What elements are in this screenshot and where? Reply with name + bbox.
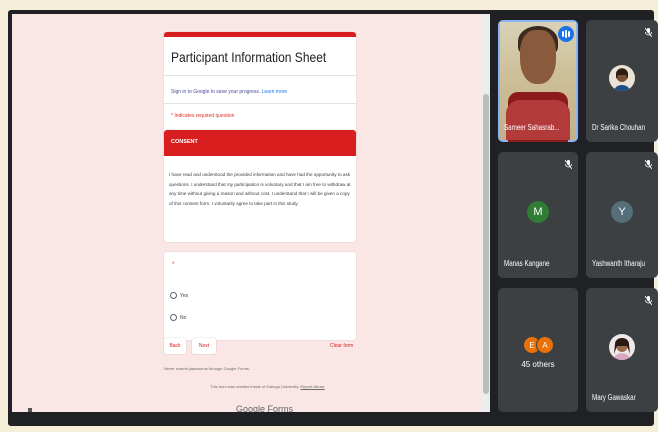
option-no[interactable]: No [170, 314, 186, 321]
participant-tile[interactable]: Mary Gawaskar [586, 288, 658, 412]
mic-off-icon [644, 159, 653, 171]
form-header-card: Participant Information Sheet Sign in to… [164, 32, 356, 141]
divider [164, 75, 356, 76]
participant-name: Sameer Sahasrab... [504, 123, 560, 132]
divider [164, 103, 356, 104]
option-label: Yes [180, 292, 189, 299]
scroll-thumb[interactable] [483, 94, 489, 394]
report-abuse-link[interactable]: Report Abuse [300, 384, 324, 389]
mic-off-icon [644, 27, 653, 39]
consent-text: I have read and understood the provided … [169, 172, 351, 206]
avatar: A [536, 336, 554, 354]
required-marker: * [172, 262, 175, 268]
scrollbar[interactable] [482, 14, 490, 412]
shared-screen: Participant Information Sheet Sign in to… [12, 14, 490, 412]
required-note: * Indicates required question [171, 113, 235, 119]
question-card: * Yes No [164, 252, 356, 340]
avatar: M [527, 201, 549, 223]
mic-off-icon [564, 159, 573, 171]
disclaimer-text: This form was created inside of Kalinga … [210, 384, 300, 389]
next-button[interactable]: Next [192, 338, 216, 354]
password-warning: Never submit passwords through Google Fo… [164, 366, 251, 371]
participant-tile[interactable]: Sameer Sahasrab... [498, 20, 578, 142]
audio-level-icon [558, 26, 574, 42]
participant-name: Mary Gawaskar [592, 393, 636, 402]
form-title: Participant Information Sheet [171, 49, 327, 65]
participant-name: Manas Kangane [504, 259, 550, 268]
section-title: CONSENT [171, 139, 198, 145]
option-label: No [180, 314, 187, 321]
radio-icon[interactable] [170, 314, 177, 321]
learn-more-link[interactable]: Learn more [262, 89, 288, 95]
back-button[interactable]: Back [164, 338, 186, 354]
section-header: CONSENT [164, 130, 356, 156]
participant-name: Yashwanth Itharaju [592, 259, 645, 268]
group-avatars: E A [523, 336, 555, 354]
participant-tile[interactable]: Dr Sarika Chouhan [586, 20, 658, 142]
disclaimer: This form was created inside of Kalinga … [210, 384, 325, 389]
presenter-marker [28, 408, 32, 412]
option-yes[interactable]: Yes [170, 292, 188, 299]
signin-text: Sign in to Google to save your progress. [171, 89, 261, 95]
radio-icon[interactable] [170, 292, 177, 299]
participant-tile[interactable]: M Manas Kangane [498, 152, 578, 278]
avatar [609, 334, 635, 360]
google-forms-logo: Google Forms [236, 404, 294, 412]
consent-card: I have read and understood the provided … [164, 156, 356, 242]
clear-form-link[interactable]: Clear form [330, 343, 353, 349]
others-count: 45 others [521, 360, 555, 369]
avatar [609, 65, 635, 91]
avatar: Y [611, 201, 633, 223]
participant-name: Dr Sarika Chouhan [592, 123, 646, 132]
mic-off-icon [644, 295, 653, 307]
signin-prompt: Sign in to Google to save your progress.… [171, 89, 287, 95]
participant-tile[interactable]: Y Yashwanth Itharaju [586, 152, 658, 278]
others-tile[interactable]: E A 45 others [498, 288, 578, 412]
